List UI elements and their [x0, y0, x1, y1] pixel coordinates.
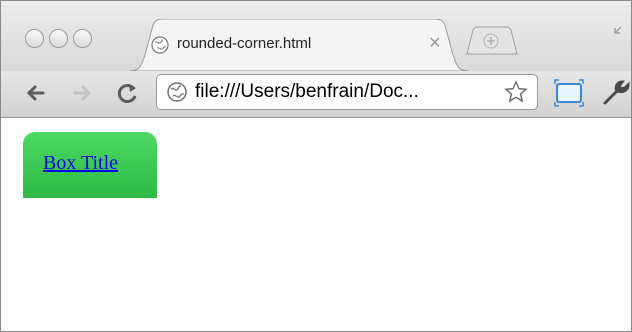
forward-icon[interactable] [69, 80, 95, 106]
url-text: file:///Users/benfrain/Doc... [195, 81, 419, 102]
page-icon[interactable] [554, 79, 584, 107]
fullscreen-icon[interactable] [613, 19, 631, 39]
rounded-box: Box Title [23, 132, 157, 198]
globe-icon [151, 36, 169, 54]
box-title-link[interactable]: Box Title [43, 152, 118, 174]
tab-title: rounded-corner.html [177, 35, 312, 52]
close-light-icon[interactable] [25, 29, 44, 48]
tab-strip: rounded-corner.html × [1, 1, 631, 71]
globe-icon [167, 82, 187, 102]
zoom-light-icon[interactable] [73, 29, 92, 48]
tab-close-button[interactable]: × [429, 32, 441, 55]
reload-icon[interactable] [115, 80, 141, 106]
tab-rounded-corner[interactable]: rounded-corner.html × [129, 19, 469, 71]
browser-window: rounded-corner.html × file:///Users/benf… [0, 0, 632, 332]
address-bar[interactable]: file:///Users/benfrain/Doc... [156, 74, 538, 110]
toolbar: file:///Users/benfrain/Doc... [1, 71, 631, 118]
minimize-light-icon[interactable] [49, 29, 68, 48]
new-tab-button[interactable] [463, 26, 519, 56]
back-icon[interactable] [23, 80, 49, 106]
star-icon[interactable] [504, 80, 528, 104]
page-content: Box Title [1, 118, 631, 331]
wrench-icon[interactable] [601, 79, 631, 107]
